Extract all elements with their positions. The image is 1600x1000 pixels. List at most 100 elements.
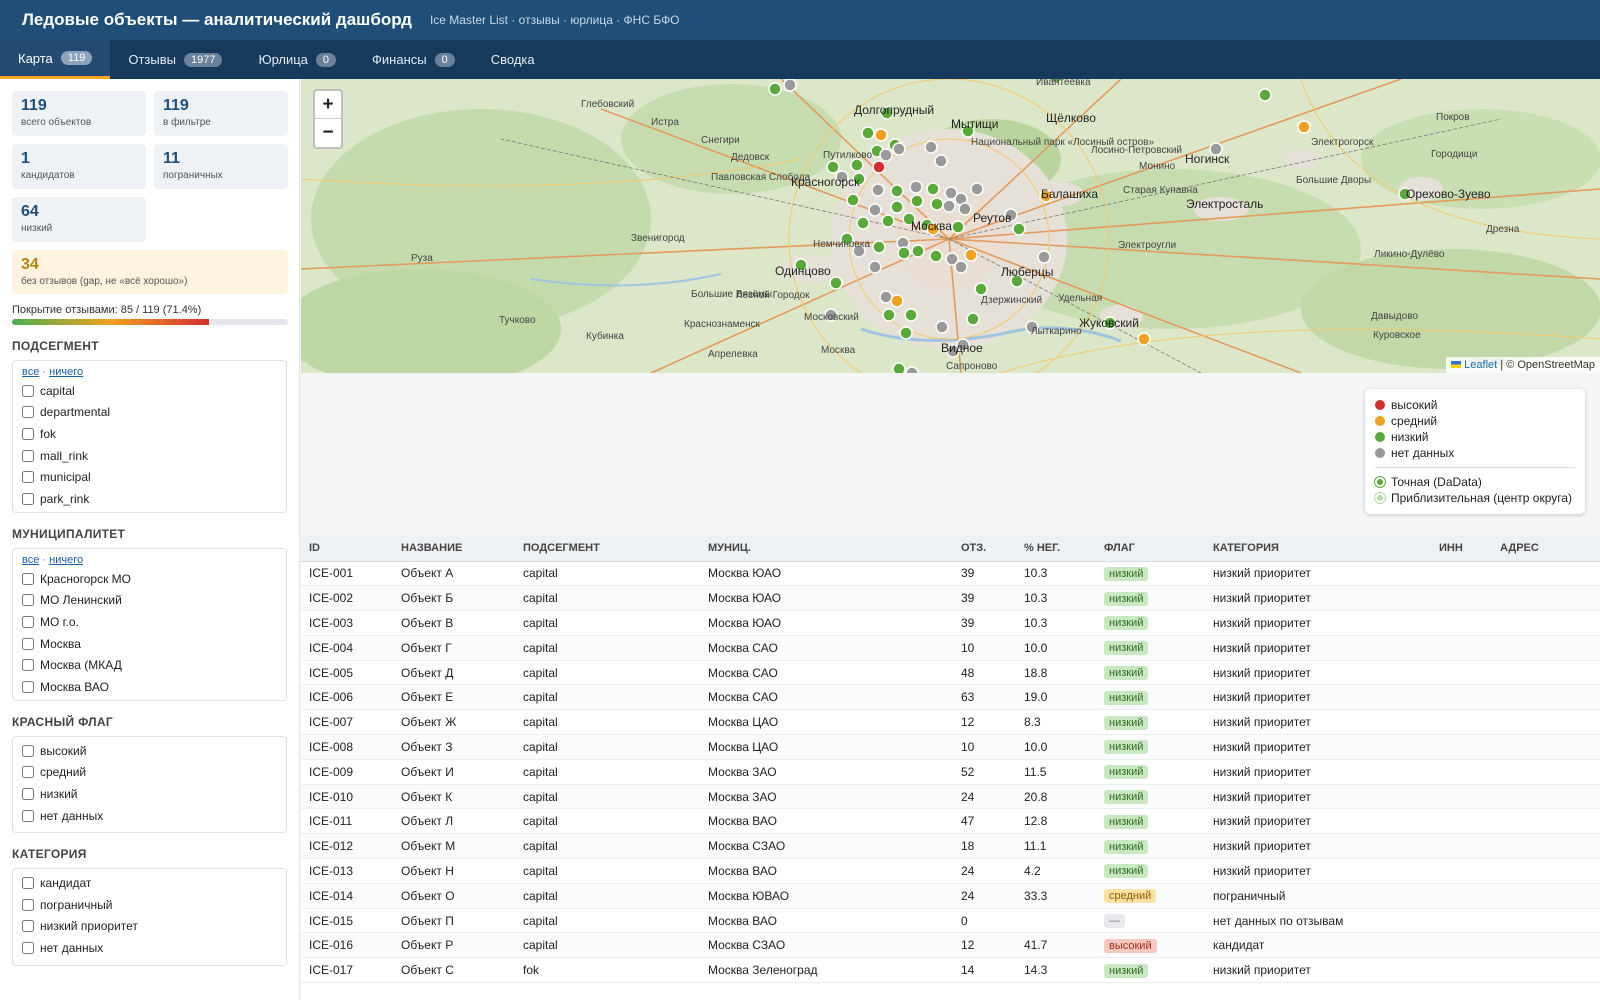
facility-marker[interactable] — [942, 199, 956, 213]
filter-checkbox[interactable] — [22, 427, 34, 440]
column-header[interactable]: КАТЕГОРИЯ — [1205, 536, 1431, 562]
facility-marker[interactable] — [872, 240, 886, 254]
facility-marker[interactable] — [872, 160, 886, 174]
filter-option[interactable]: пограничный — [22, 894, 277, 916]
facility-marker[interactable] — [1258, 88, 1272, 102]
filter-option[interactable]: нет данных — [22, 805, 277, 827]
facility-marker[interactable] — [924, 140, 938, 154]
tab-item[interactable]: Сводка — [473, 40, 553, 79]
filter-option[interactable]: Москва (МКАД — [22, 654, 277, 676]
filter-checkbox[interactable] — [22, 744, 34, 757]
filter-checkbox[interactable] — [22, 920, 34, 933]
table-row[interactable]: ICE-017 Объект Сfok Москва Зеленоград 14 14.… — [301, 957, 1600, 984]
filter-option[interactable]: Красногорск МО — [22, 568, 277, 590]
facility-marker[interactable] — [899, 326, 913, 340]
filter-checkbox[interactable] — [22, 941, 34, 954]
zoom-out-button[interactable]: − — [315, 119, 341, 147]
facility-marker[interactable] — [904, 308, 918, 322]
facility-marker[interactable] — [861, 126, 875, 140]
column-header[interactable]: ПОДСЕГМЕНТ — [515, 536, 700, 562]
leaflet-link[interactable]: Leaflet — [1464, 359, 1497, 371]
table-row[interactable]: ICE-005 Объект Дcapital Москва САО 48 18.8 ни… — [301, 660, 1600, 686]
filter-checkbox[interactable] — [22, 594, 34, 607]
table-row[interactable]: ICE-001 Объект Аcapital Москва ЮАО 39 10.3 ни… — [301, 561, 1600, 587]
facility-marker[interactable] — [929, 249, 943, 263]
filter-checkbox[interactable] — [22, 449, 34, 462]
select-none-link[interactable]: ничего — [49, 554, 83, 566]
facility-marker[interactable] — [964, 248, 978, 262]
table-row[interactable]: ICE-006 Объект Еcapital Москва САО 63 19.0 ни… — [301, 684, 1600, 711]
table-row[interactable]: ICE-003 Объект Вcapital Москва ЮАО 39 10.3 ни… — [301, 610, 1600, 636]
facility-marker[interactable] — [897, 246, 911, 260]
facility-marker[interactable] — [882, 308, 896, 322]
table-row[interactable]: ICE-012 Объект Мcapital Москва СЗАО 18 11.1 н… — [301, 833, 1600, 860]
table-row[interactable]: ICE-009 Объект Иcapital Москва ЗАО 52 11.5 ни… — [301, 759, 1600, 785]
filter-checkbox[interactable] — [22, 766, 34, 779]
facility-marker[interactable] — [768, 82, 782, 96]
column-header[interactable]: ФЛАГ — [1096, 536, 1205, 562]
facility-marker[interactable] — [890, 294, 904, 308]
filter-option[interactable]: Москва ВАО — [22, 676, 277, 698]
filter-option[interactable]: высокий — [22, 740, 277, 762]
filter-list[interactable]: Красногорск МО МО Ленинский МО г.о. Москва М… — [22, 568, 277, 698]
table-row[interactable]: ICE-010 Объект Кcapital Москва ЗАО 24 20.8 ни… — [301, 784, 1600, 810]
filter-checkbox[interactable] — [22, 787, 34, 800]
facility-marker[interactable] — [930, 197, 944, 211]
filter-checkbox[interactable] — [22, 659, 34, 672]
map-view[interactable]: Ивантеевка Глебовский Истра Долгопрудный Мыт… — [301, 79, 1600, 373]
facility-marker[interactable] — [934, 154, 948, 168]
filter-option[interactable]: нет данных — [22, 937, 277, 959]
column-header[interactable]: % НЕГ. — [1016, 536, 1096, 562]
filter-option[interactable]: средний — [22, 762, 277, 784]
facility-marker[interactable] — [1037, 250, 1051, 264]
filter-checkbox[interactable] — [22, 384, 34, 397]
facility-marker[interactable] — [868, 260, 882, 274]
filter-list[interactable]: capital departmental fok mall_rink municipal… — [22, 380, 277, 510]
filter-option[interactable]: кандидат — [22, 872, 277, 894]
facility-marker[interactable] — [871, 183, 885, 197]
facility-marker[interactable] — [879, 290, 893, 304]
filter-checkbox[interactable] — [22, 898, 34, 911]
column-header[interactable]: НАЗВАНИЕ — [393, 536, 515, 562]
facility-marker[interactable] — [890, 184, 904, 198]
column-header[interactable]: ИНН — [1431, 536, 1492, 562]
table-row[interactable]: ICE-011 Объект Лcapital Москва ВАО 47 12.8 ни… — [301, 808, 1600, 835]
facility-marker[interactable] — [856, 216, 870, 230]
filter-checkbox[interactable] — [22, 406, 34, 419]
facility-marker[interactable] — [954, 260, 968, 274]
facility-marker[interactable] — [879, 148, 893, 162]
facility-marker[interactable] — [926, 182, 940, 196]
filter-checkbox[interactable] — [22, 680, 34, 693]
filter-option[interactable]: municipal — [22, 466, 277, 488]
facility-marker[interactable] — [966, 312, 980, 326]
filter-option[interactable]: низкий приоритет — [22, 916, 277, 938]
table-row[interactable]: ICE-016 Объект Рcapital Москва СЗАО 12 41.7 в… — [301, 932, 1600, 959]
facility-marker[interactable] — [829, 276, 843, 290]
table-row[interactable]: ICE-015 Объект Пcapital Москва ВАО 0 — нет да… — [301, 908, 1600, 934]
table-row[interactable]: ICE-008 Объект Зcapital Москва ЦАО 10 10.0 ни… — [301, 734, 1600, 760]
facility-marker[interactable] — [868, 203, 882, 217]
facility-marker[interactable] — [951, 220, 965, 234]
facility-marker[interactable] — [1012, 222, 1026, 236]
select-none-link[interactable]: ничего — [49, 366, 83, 378]
filter-option[interactable]: departmental — [22, 402, 277, 424]
column-header[interactable]: ОТЗ. — [953, 536, 1016, 562]
facility-marker[interactable] — [1297, 120, 1311, 134]
filter-option[interactable]: низкий — [22, 783, 277, 805]
objects-table-container[interactable]: ID НАЗВАНИЕ ПОДСЕГМЕНТ МУНИЦ. ОТЗ.% НЕГ. ФЛАГ… — [301, 536, 1600, 1000]
tab-item[interactable]: Карта 119 — [0, 40, 111, 79]
column-header[interactable]: ID — [301, 536, 393, 562]
filter-checkbox[interactable] — [22, 809, 34, 822]
facility-marker[interactable] — [846, 193, 860, 207]
filter-checkbox[interactable] — [22, 572, 34, 585]
facility-marker[interactable] — [890, 200, 904, 214]
table-row[interactable]: ICE-013 Объект Нcapital Москва ВАО 24 4.2 низ… — [301, 858, 1600, 884]
filter-option[interactable]: park_rink — [22, 488, 277, 510]
filter-checkbox[interactable] — [22, 637, 34, 650]
filter-option[interactable]: Москва — [22, 633, 277, 655]
select-all-link[interactable]: все — [22, 366, 39, 378]
filter-checkbox[interactable] — [22, 877, 34, 890]
table-row[interactable]: ICE-002 Объект Бcapital Москва ЮАО 39 10.3 ни… — [301, 585, 1600, 612]
filter-option[interactable]: capital — [22, 380, 277, 402]
facility-marker[interactable] — [905, 366, 919, 373]
